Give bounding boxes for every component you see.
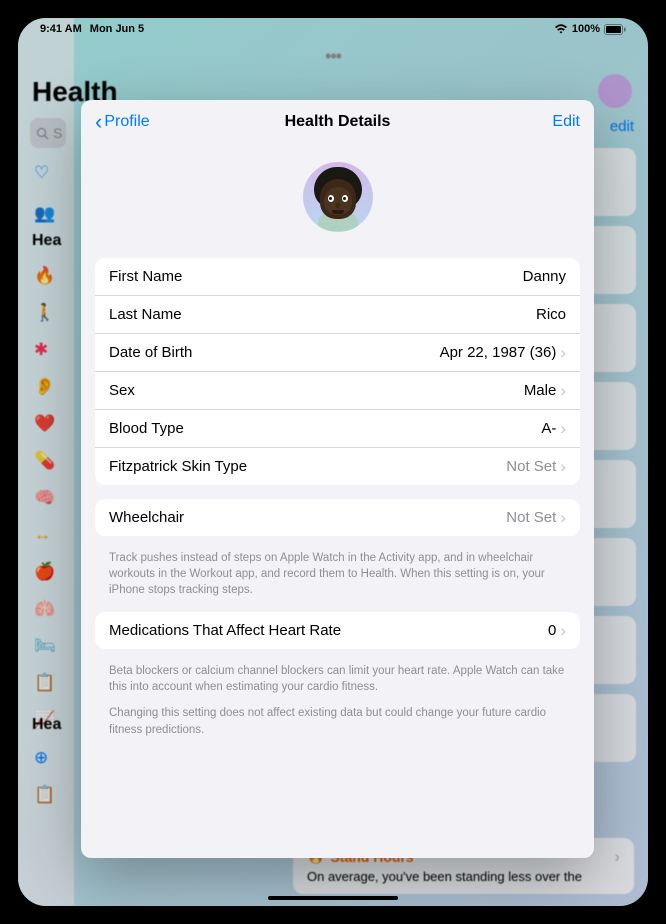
wheelchair-footer: Track pushes instead of steps on Apple W…: [109, 550, 566, 598]
chevron-right-icon: ›: [560, 622, 566, 639]
row-label: Blood Type: [109, 420, 184, 437]
row-value: Not Set›: [506, 458, 566, 475]
row-value: 0›: [548, 622, 566, 639]
row-label: Wheelchair: [109, 509, 184, 526]
medications-group: Medications That Affect Heart Rate 0›: [95, 612, 580, 649]
row-value: Male›: [524, 382, 566, 399]
personal-info-group: First Name Danny Last Name Rico Date of …: [95, 258, 580, 485]
row-label: Medications That Affect Heart Rate: [109, 622, 341, 639]
modal-title: Health Details: [285, 113, 391, 131]
profile-avatar[interactable]: [303, 162, 373, 232]
memoji-icon: [308, 167, 368, 227]
screen: 9:41 AM Mon Jun 5 100% ••• Health S: [18, 18, 648, 906]
chevron-right-icon: ›: [560, 382, 566, 399]
wheelchair-row[interactable]: Wheelchair Not Set›: [95, 499, 580, 536]
row-label: First Name: [109, 268, 182, 285]
last-name-row[interactable]: Last Name Rico: [95, 296, 580, 334]
chevron-right-icon: ›: [560, 509, 566, 526]
medications-row[interactable]: Medications That Affect Heart Rate 0›: [95, 612, 580, 649]
edit-button[interactable]: Edit: [552, 113, 580, 131]
row-label: Last Name: [109, 306, 182, 323]
chevron-right-icon: ›: [560, 458, 566, 475]
chevron-right-icon: ›: [560, 344, 566, 361]
back-label: Profile: [104, 113, 149, 131]
sex-row[interactable]: Sex Male›: [95, 372, 580, 410]
row-label: Fitzpatrick Skin Type: [109, 458, 247, 475]
row-label: Date of Birth: [109, 344, 192, 361]
row-value: A-›: [541, 420, 566, 437]
chevron-left-icon: ‹: [95, 111, 102, 133]
dob-row[interactable]: Date of Birth Apr 22, 1987 (36)›: [95, 334, 580, 372]
modal-header: ‹ Profile Health Details Edit: [81, 100, 594, 144]
row-value: Apr 22, 1987 (36)›: [440, 344, 566, 361]
blood-type-row[interactable]: Blood Type A-›: [95, 410, 580, 448]
back-button[interactable]: ‹ Profile: [95, 111, 150, 133]
chevron-right-icon: ›: [560, 420, 566, 437]
first-name-row[interactable]: First Name Danny: [95, 258, 580, 296]
wheelchair-group: Wheelchair Not Set›: [95, 499, 580, 536]
row-value: Rico: [536, 306, 566, 323]
health-details-modal: ‹ Profile Health Details Edit: [81, 100, 594, 858]
home-indicator[interactable]: [268, 896, 398, 900]
row-value: Danny: [523, 268, 566, 285]
row-label: Sex: [109, 382, 135, 399]
skin-type-row[interactable]: Fitzpatrick Skin Type Not Set›: [95, 448, 580, 485]
ipad-device-frame: 9:41 AM Mon Jun 5 100% ••• Health S: [0, 0, 666, 924]
medications-footer: Beta blockers or calcium channel blocker…: [109, 663, 566, 737]
avatar-section: [81, 144, 594, 258]
row-value: Not Set›: [506, 509, 566, 526]
